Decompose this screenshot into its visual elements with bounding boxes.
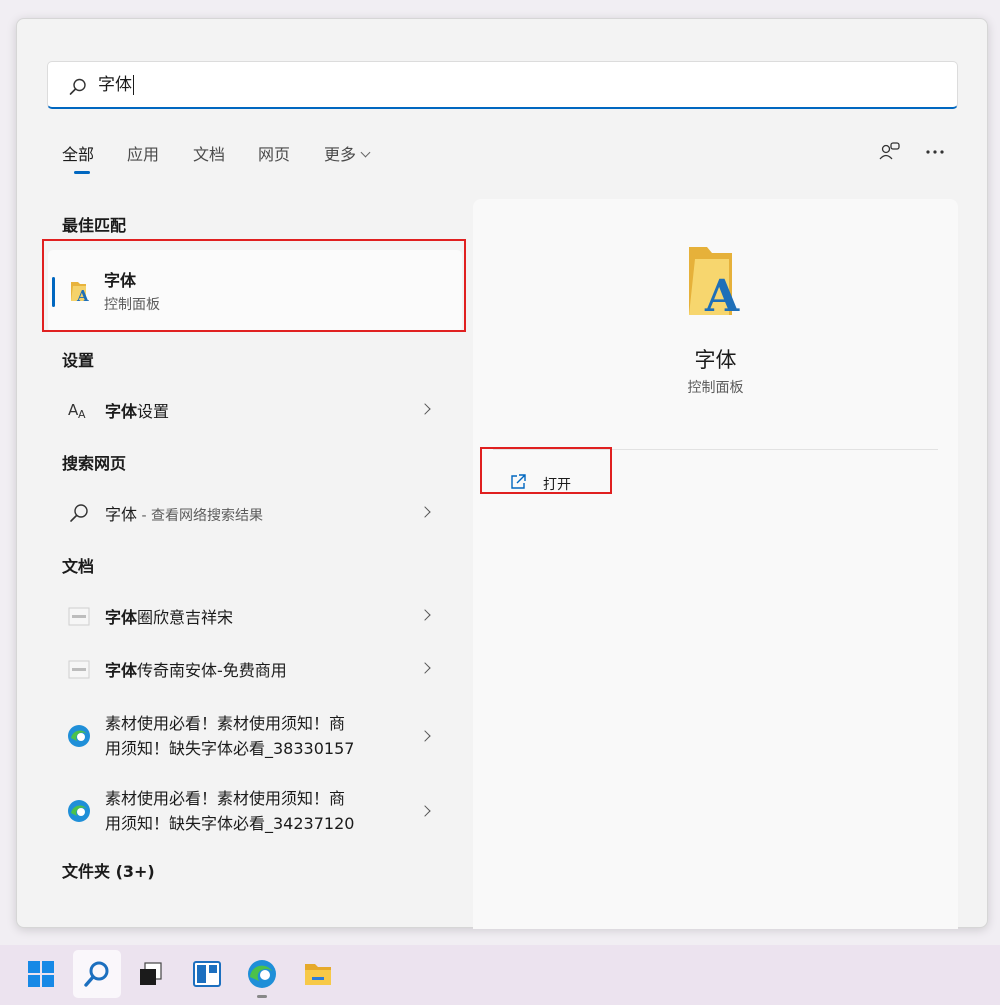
chevron-right-icon[interactable] xyxy=(419,805,431,817)
tab-web[interactable]: 网页 xyxy=(258,141,290,165)
search-icon xyxy=(70,504,88,522)
file-explorer-button[interactable] xyxy=(294,950,342,998)
search-icon xyxy=(69,78,86,95)
result-text: 圈欣意吉祥宋 xyxy=(137,608,234,627)
account-switch-icon[interactable] xyxy=(877,139,903,165)
start-button[interactable] xyxy=(17,950,65,998)
edge-icon xyxy=(248,960,276,988)
tab-apps[interactable]: 应用 xyxy=(127,141,159,165)
doc-result-item[interactable]: 素材使用必看！素材使用须知！商 用须知！缺失字体必看_38330157 xyxy=(49,707,463,765)
web-result-label: 字体 - 查看网络搜索结果 xyxy=(105,501,263,525)
chevron-right-icon[interactable] xyxy=(419,609,431,621)
doc-result-label: 素材使用必看！素材使用须知！商 用须知！缺失字体必看_34237120 xyxy=(105,786,405,836)
tab-documents-label: 文档 xyxy=(193,145,226,164)
section-title-best-match: 最佳匹配 xyxy=(62,216,127,235)
tab-web-label: 网页 xyxy=(258,145,291,164)
tab-all[interactable]: 全部 xyxy=(62,141,94,165)
fonts-folder-icon: A xyxy=(689,247,740,317)
highlight-frame-best-match xyxy=(42,239,466,332)
tab-documents[interactable]: 文档 xyxy=(193,141,225,165)
widgets-icon xyxy=(193,961,221,987)
edge-taskbar-button[interactable] xyxy=(238,950,286,998)
result-text-line1: 素材使用必看！素材使用须知！商 xyxy=(105,789,346,808)
match-term: 字体 xyxy=(105,402,138,421)
svg-text:A: A xyxy=(78,408,86,421)
section-title-web: 搜索网页 xyxy=(62,454,127,473)
search-icon xyxy=(84,961,109,987)
tab-more[interactable]: 更多 xyxy=(324,141,371,165)
doc-result-item[interactable]: 字体传奇南安体-免费商用 xyxy=(49,644,463,692)
match-term: 字体 xyxy=(105,608,138,627)
svg-text:A: A xyxy=(704,271,740,317)
doc-result-item[interactable]: 字体圈欣意吉祥宋 xyxy=(49,591,463,639)
settings-result-item[interactable]: A A 字体设置 xyxy=(49,385,463,433)
taskbar xyxy=(0,945,1000,1005)
doc-thumbnail-icon xyxy=(68,607,90,626)
settings-result-label: 字体设置 xyxy=(105,398,169,422)
result-text: 设置 xyxy=(137,402,170,421)
text-caret xyxy=(133,75,134,95)
result-text-line2: 用须知！缺失字体必看_34237120 xyxy=(105,814,355,833)
running-indicator xyxy=(257,995,267,998)
active-tab-indicator xyxy=(74,171,90,174)
chevron-down-icon xyxy=(360,147,371,158)
match-term: 字体 xyxy=(105,505,138,524)
preview-pane: A 字体 控制面板 打开 xyxy=(473,199,958,929)
chevron-right-icon[interactable] xyxy=(419,403,431,415)
start-search-panel: 字体 全部 应用 文档 网页 更多 最佳匹配 设置 搜索网页 文档 文件夹 (3… xyxy=(16,18,988,929)
doc-result-label: 素材使用必看！素材使用须知！商 用须知！缺失字体必看_38330157 xyxy=(105,711,405,761)
edge-icon xyxy=(68,800,90,822)
section-title-docs: 文档 xyxy=(62,557,95,576)
web-result-item[interactable]: 字体 - 查看网络搜索结果 xyxy=(49,488,463,536)
tab-more-label: 更多 xyxy=(324,145,357,164)
widgets-button[interactable] xyxy=(183,950,231,998)
chevron-right-icon[interactable] xyxy=(419,730,431,742)
tab-apps-label: 应用 xyxy=(127,145,160,164)
doc-thumbnail-icon xyxy=(68,660,90,679)
search-taskbar-button[interactable] xyxy=(73,950,121,998)
chevron-right-icon[interactable] xyxy=(419,506,431,518)
doc-result-label: 字体传奇南安体-免费商用 xyxy=(105,657,287,681)
more-options-icon[interactable] xyxy=(922,139,948,165)
match-term: 字体 xyxy=(105,661,138,680)
search-input[interactable]: 字体 xyxy=(98,74,134,96)
doc-result-item[interactable]: 素材使用必看！素材使用须知！商 用须知！缺失字体必看_34237120 xyxy=(49,782,463,840)
result-text-line2: 用须知！缺失字体必看_38330157 xyxy=(105,739,355,758)
windows-logo-icon xyxy=(28,961,54,987)
preview-title: 字体 xyxy=(694,348,737,372)
folder-icon xyxy=(305,964,331,985)
chevron-right-icon[interactable] xyxy=(419,662,431,674)
web-result-hint: - 查看网络搜索结果 xyxy=(137,508,263,524)
preview-subtitle: 控制面板 xyxy=(687,380,744,396)
doc-result-label: 字体圈欣意吉祥宋 xyxy=(105,604,233,628)
result-text-line1: 素材使用必看！素材使用须知！商 xyxy=(105,714,346,733)
result-text: 传奇南安体-免费商用 xyxy=(137,661,287,680)
task-view-button[interactable] xyxy=(127,950,175,998)
section-title-folders[interactable]: 文件夹 (3+) xyxy=(62,858,155,882)
edge-icon xyxy=(68,725,90,747)
font-size-icon: A A xyxy=(68,401,86,421)
tab-all-label: 全部 xyxy=(62,145,95,164)
search-box[interactable]: 字体 xyxy=(47,61,958,109)
highlight-frame-open xyxy=(480,447,612,494)
task-view-icon xyxy=(140,962,162,985)
section-title-settings: 设置 xyxy=(62,351,95,370)
